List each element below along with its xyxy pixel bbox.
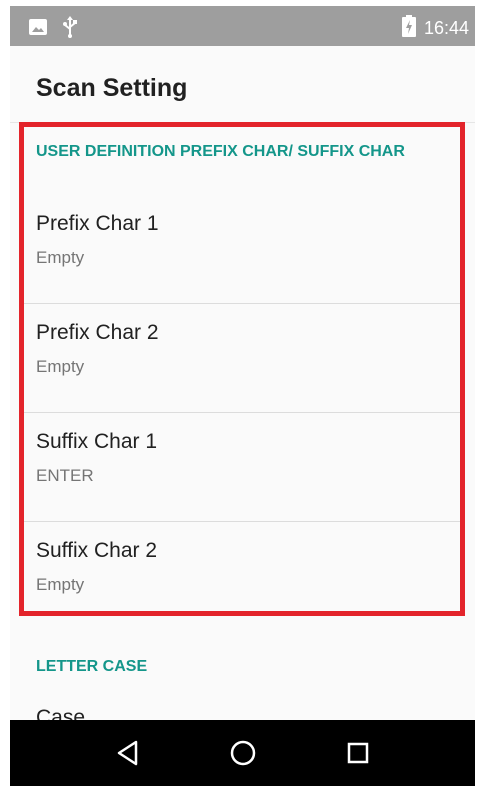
navigation-bar — [10, 720, 475, 786]
pref-summary: ENTER — [36, 466, 94, 485]
section-header-prefix-suffix: USER DEFINITION PREFIX CHAR/ SUFFIX CHAR — [36, 143, 405, 160]
pref-title: Prefix Char 2 — [36, 321, 159, 344]
pref-item-suffix-char-2[interactable]: Suffix Char 2 Empty — [24, 522, 460, 631]
back-icon — [117, 740, 137, 766]
section-header-letter-case: LETTER CASE — [36, 658, 148, 675]
recents-icon — [347, 742, 368, 764]
status-right: 16:44 — [401, 15, 469, 42]
pref-summary: Empty — [36, 357, 85, 376]
pref-item-prefix-char-1[interactable]: Prefix Char 1 Empty — [24, 195, 460, 304]
pref-summary: Empty — [36, 248, 85, 267]
usb-icon — [62, 16, 78, 43]
home-icon — [230, 740, 255, 766]
status-time: 16:44 — [423, 18, 469, 38]
home-button[interactable] — [213, 728, 273, 778]
page-title: Scan Setting — [36, 74, 188, 102]
pref-summary: Empty — [36, 575, 85, 594]
pref-title: Prefix Char 1 — [36, 212, 159, 235]
status-bar: 16:44 — [10, 6, 475, 46]
recents-button[interactable] — [328, 728, 388, 778]
pref-title: Suffix Char 1 — [36, 430, 158, 453]
status-left-icons — [28, 16, 78, 43]
image-icon — [28, 18, 48, 41]
back-button[interactable] — [98, 728, 158, 778]
battery-charging-icon — [401, 15, 416, 42]
pref-item-prefix-char-2[interactable]: Prefix Char 2 Empty — [24, 304, 460, 413]
pref-title: Suffix Char 2 — [36, 539, 158, 562]
pref-item-suffix-char-1[interactable]: Suffix Char 1 ENTER — [24, 413, 460, 522]
phone-screen: 16:44 Scan Setting USER DEFINITION PREFI… — [10, 6, 475, 786]
